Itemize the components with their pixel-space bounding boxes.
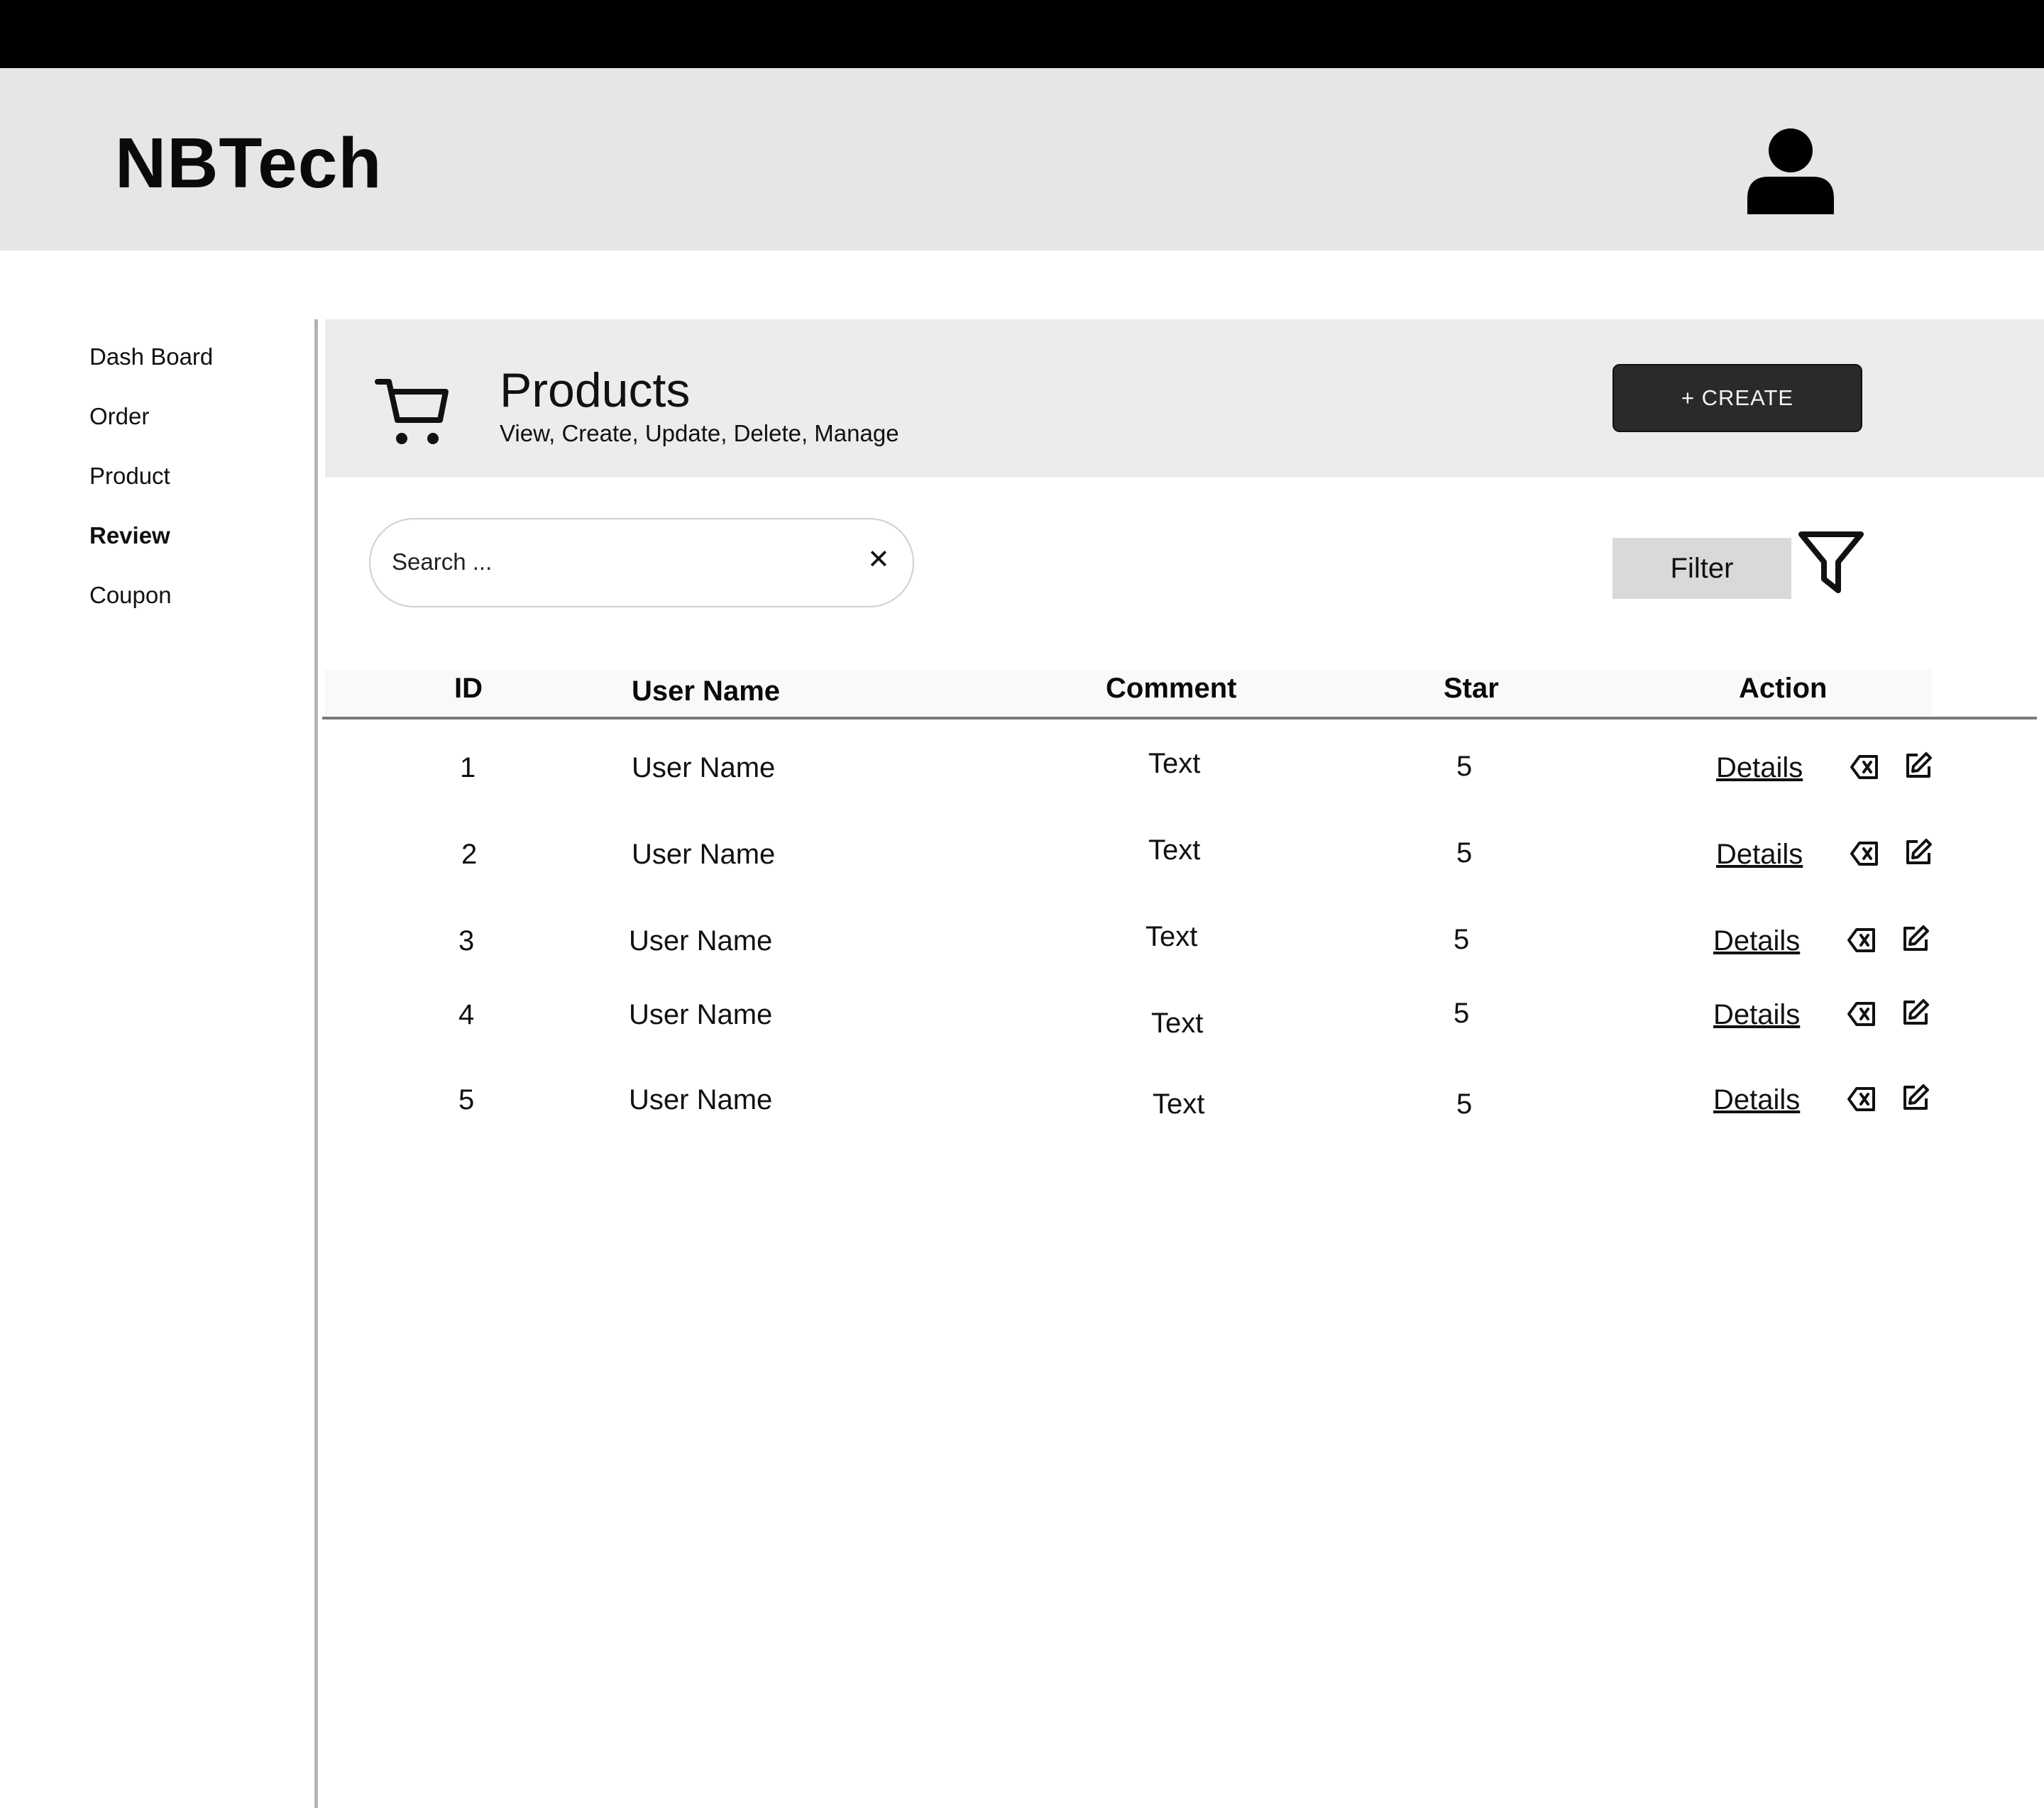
row-id: 4 (458, 999, 475, 1030)
sidebar-item-order[interactable]: Order (89, 403, 149, 430)
sidebar: Dash Board Order Product Review Coupon (0, 319, 315, 1808)
row-user-name: User Name (629, 1084, 773, 1115)
search-input[interactable]: Search ... ✕ (369, 518, 914, 607)
sidebar-item-review[interactable]: Review (89, 522, 170, 549)
page-subtitle: View, Create, Update, Delete, Manage (500, 420, 899, 446)
row-comment: Text (1153, 1088, 1205, 1120)
page-title: Products (500, 363, 691, 417)
create-button[interactable]: + CREATE (1612, 364, 1862, 432)
column-header-action: Action (1739, 673, 1828, 704)
search-placeholder: Search ... (392, 549, 493, 575)
brand-logo: NBTech (115, 123, 383, 203)
row-user-name: User Name (629, 999, 773, 1030)
row-star: 5 (1456, 751, 1473, 782)
column-header-user-name: User Name (632, 676, 781, 707)
sidebar-item-coupon[interactable]: Coupon (89, 582, 172, 609)
delete-icon[interactable] (1847, 925, 1877, 955)
app-header: NBTech (0, 68, 2044, 250)
sidebar-item-product[interactable]: Product (89, 463, 170, 490)
shopping-cart-icon (375, 379, 449, 444)
row-user-name: User Name (629, 925, 773, 957)
delete-icon[interactable] (1847, 999, 1877, 1029)
details-link[interactable]: Details (1716, 839, 1803, 871)
row-star: 5 (1454, 998, 1470, 1029)
details-link[interactable]: Details (1713, 999, 1800, 1031)
details-link[interactable]: Details (1713, 1084, 1800, 1116)
row-user-name: User Name (632, 839, 776, 870)
row-comment: Text (1148, 748, 1201, 779)
sidebar-item-dashboard[interactable]: Dash Board (89, 343, 213, 370)
row-id: 5 (458, 1084, 475, 1115)
row-comment: Text (1151, 1008, 1204, 1039)
edit-icon[interactable] (1901, 998, 1930, 1027)
edit-icon[interactable] (1901, 924, 1930, 954)
row-star: 5 (1456, 1088, 1473, 1120)
column-header-comment: Comment (1106, 673, 1237, 704)
edit-icon[interactable] (1901, 1083, 1930, 1113)
funnel-icon[interactable] (1798, 531, 1864, 593)
column-header-star: Star (1444, 673, 1499, 704)
details-link[interactable]: Details (1713, 925, 1800, 957)
row-id: 1 (460, 752, 476, 783)
row-star: 5 (1456, 837, 1473, 869)
table-header-divider (322, 717, 2037, 720)
edit-icon[interactable] (1903, 837, 1933, 867)
user-avatar-icon[interactable] (1747, 128, 1834, 214)
row-comment: Text (1145, 921, 1198, 952)
column-header-id: ID (454, 673, 483, 704)
delete-icon[interactable] (1847, 1084, 1877, 1114)
sidebar-divider (314, 319, 318, 1808)
filter-button[interactable]: Filter (1612, 538, 1791, 599)
row-star: 5 (1454, 924, 1470, 955)
delete-icon[interactable] (1850, 752, 1879, 782)
edit-icon[interactable] (1903, 751, 1933, 781)
row-user-name: User Name (632, 752, 776, 783)
top-bar (0, 0, 2044, 68)
details-link[interactable]: Details (1716, 752, 1803, 784)
clear-search-icon[interactable]: ✕ (867, 546, 890, 573)
row-id: 3 (458, 925, 475, 957)
delete-icon[interactable] (1850, 839, 1879, 869)
row-id: 2 (461, 839, 478, 870)
row-comment: Text (1148, 834, 1201, 866)
